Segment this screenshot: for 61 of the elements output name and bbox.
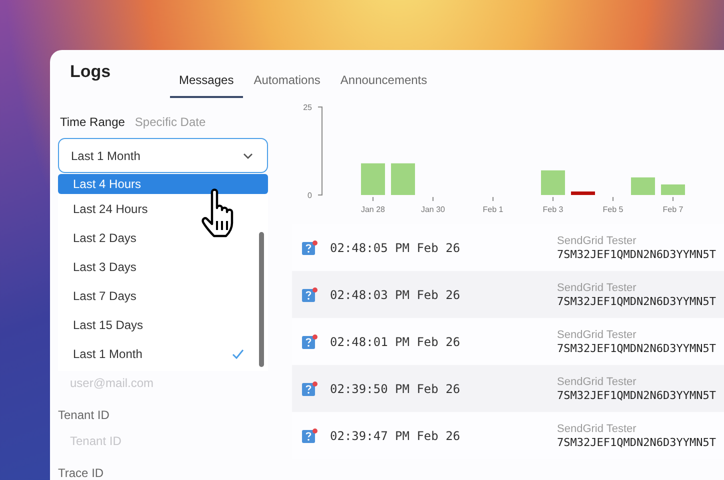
tick-mark — [672, 196, 674, 202]
message-sender: SendGrid Tester — [557, 328, 638, 342]
tab[interactable]: Automations — [244, 50, 330, 98]
chart-bar — [391, 163, 415, 195]
dropdown-option[interactable]: Last 1 Month — [58, 339, 268, 368]
dropdown-option[interactable]: Last 2 Days — [58, 223, 268, 252]
message-status-icon — [302, 381, 318, 396]
message-status-icon — [302, 428, 318, 443]
axis-tick-label: 25 — [303, 103, 312, 112]
message-sender: SendGrid Tester — [557, 376, 638, 388]
axis-tick-label: Feb 5 — [602, 205, 624, 214]
tenant-id-field[interactable]: Tenant ID — [58, 426, 268, 456]
message-time: 02:48:05 PM Feb 26 — [330, 240, 462, 254]
axis-tick-label: Feb 3 — [542, 205, 564, 214]
dropdown-option[interactable]: Last 4 Hours — [58, 174, 268, 194]
message-status-icon — [302, 287, 318, 302]
scrollbar[interactable] — [259, 232, 264, 367]
tick-mark — [372, 196, 374, 202]
chart-bar — [571, 191, 595, 195]
message-time: 02:48:01 PM Feb 26 — [330, 334, 462, 348]
axis-tick-label: Feb 1 — [482, 205, 504, 214]
chart-bar — [361, 163, 385, 195]
window-title: Logs — [69, 61, 112, 83]
message-id: 7SM32JEF1QMDN2N6D3YYMN5T — [557, 388, 716, 402]
message-time: 02:39:50 PM Feb 26 — [330, 382, 462, 396]
message-row[interactable]: 02:39:50 PM Feb 26 SendGrid Tester 7SM32JEF1QMDN2N6D3YYMN5T — [292, 365, 724, 412]
axis-tick-label: Feb 7 — [662, 205, 684, 214]
message-time: 02:39:47 PM Feb 26 — [330, 428, 462, 442]
message-id: 7SM32JEF1QMDN2N6D3YYMN5T — [557, 294, 716, 308]
tab[interactable]: Messages — [170, 50, 243, 98]
tick-mark — [612, 196, 614, 202]
message-status-icon — [302, 240, 318, 255]
chart-bar — [631, 177, 655, 195]
field-label: Tenant ID — [58, 408, 110, 422]
chevron-down-icon — [243, 152, 253, 158]
dropdown-option[interactable]: Last 24 Hours — [58, 194, 268, 223]
message-sender: SendGrid Tester — [557, 282, 638, 294]
tick-mark — [432, 196, 434, 202]
tab[interactable]: Announcements — [331, 50, 436, 98]
message-status-icon — [302, 334, 318, 349]
message-id: 7SM32JEF1QMDN2N6D3YYMN5T — [557, 248, 716, 260]
dropdown-option[interactable]: Last 3 Days — [58, 252, 268, 281]
field-label: Trace ID — [58, 466, 105, 480]
message-id: 7SM32JEF1QMDN2N6D3YYMN5T — [557, 342, 716, 354]
message-sender: SendGrid Tester — [557, 422, 638, 436]
chart-bar — [541, 170, 565, 195]
filter-mode-tab[interactable]: Time Range — [58, 112, 127, 132]
dropdown-option[interactable]: Last 15 Days — [58, 310, 268, 339]
tick-mark — [492, 196, 494, 202]
axis-tick-label: 0 — [308, 191, 312, 200]
email-field[interactable]: user@mail.com — [58, 368, 268, 398]
tick-mark — [552, 196, 554, 202]
chart-bar — [661, 184, 685, 195]
axis-tick-label: Jan 30 — [420, 205, 446, 214]
message-time: 02:48:03 PM Feb 26 — [330, 288, 462, 302]
message-sender: SendGrid Tester — [557, 234, 638, 248]
time-range-dropdown[interactable]: Last 1 Month — [58, 138, 268, 173]
axis-tick-label: Jan 28 — [360, 205, 386, 214]
message-row[interactable]: 02:48:03 PM Feb 26 SendGrid Tester 7SM32JEF1QMDN2N6D3YYMN5T — [292, 271, 724, 318]
message-id: 7SM32JEF1QMDN2N6D3YYMN5T — [557, 436, 716, 448]
dropdown-option[interactable]: Last 7 Days — [58, 281, 268, 310]
